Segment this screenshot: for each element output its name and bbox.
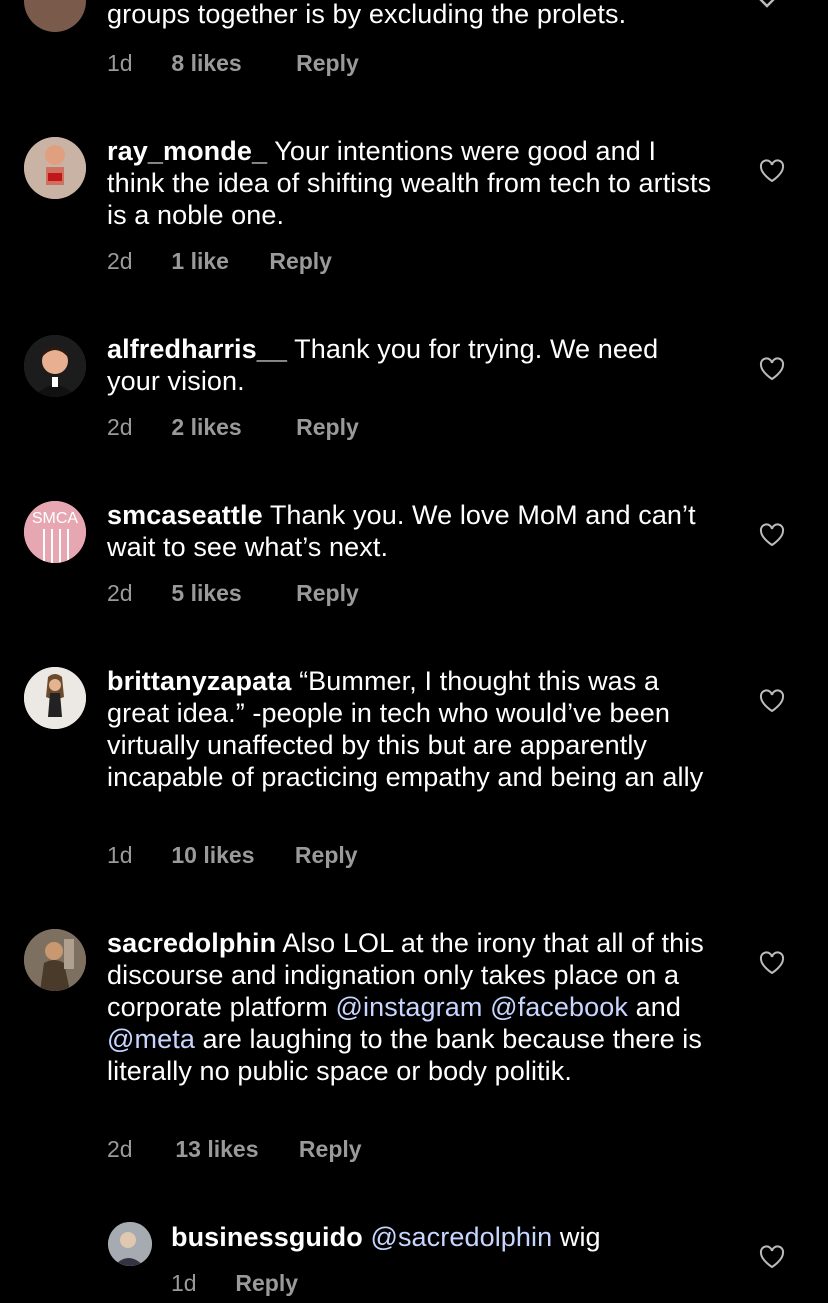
reply-button[interactable]: Reply xyxy=(235,1270,298,1297)
mention-link[interactable]: @sacredolphin xyxy=(370,1222,552,1252)
avatar[interactable]: SMCA xyxy=(24,501,86,563)
comment-meta: 2d 2 likes Reply xyxy=(107,414,359,441)
mention-link[interactable]: @facebook xyxy=(490,992,628,1022)
heart-outline-icon[interactable] xyxy=(759,523,787,549)
comment-meta: 2d 13 likes Reply xyxy=(107,1136,362,1163)
comment-text: brittanyzapata “Bummer, I thought this w… xyxy=(107,665,717,793)
avatar[interactable] xyxy=(24,929,86,991)
comment-meta: 2d 5 likes Reply xyxy=(107,580,359,607)
comment-time: 1d xyxy=(171,1270,197,1296)
comment-username[interactable]: sacredolphin xyxy=(107,928,276,958)
avatar[interactable] xyxy=(24,335,86,397)
comment-meta: 2d 1 like Reply xyxy=(107,248,332,275)
likes-count[interactable]: 13 likes xyxy=(175,1136,258,1163)
comment-text: businessguido @sacredolphin wig xyxy=(171,1221,731,1253)
comment-username[interactable]: alfredharris__ xyxy=(107,334,287,364)
comment-username[interactable]: businessguido xyxy=(171,1222,363,1252)
mention-link[interactable]: @instagram xyxy=(336,992,483,1022)
comment-text: ray_monde_ Your intentions were good and… xyxy=(107,135,717,231)
likes-count[interactable]: 8 likes xyxy=(171,50,241,77)
likes-count[interactable]: 1 like xyxy=(171,248,229,275)
chevron-down-icon[interactable] xyxy=(756,0,778,19)
likes-count[interactable]: 2 likes xyxy=(171,414,241,441)
reply-button[interactable]: Reply xyxy=(295,842,358,869)
avatar[interactable] xyxy=(24,667,86,729)
heart-outline-icon[interactable] xyxy=(759,159,787,185)
reply-button[interactable]: Reply xyxy=(299,1136,362,1163)
comment-meta: 1d 8 likes Reply xyxy=(107,50,359,77)
comment-time: 1d xyxy=(107,50,133,76)
avatar[interactable] xyxy=(108,1222,152,1266)
heart-outline-icon[interactable] xyxy=(759,1245,787,1271)
likes-count[interactable]: 10 likes xyxy=(171,842,254,869)
comment-text: groups together is by excluding the prol… xyxy=(107,0,627,29)
comment-username[interactable]: brittanyzapata xyxy=(107,666,291,696)
comment-body: wig xyxy=(552,1222,601,1252)
reply-button[interactable]: Reply xyxy=(269,248,332,275)
comment-time: 1d xyxy=(107,842,133,868)
comment-time: 2d xyxy=(107,580,133,606)
comment-time: 2d xyxy=(107,1136,133,1162)
avatar[interactable] xyxy=(24,0,86,32)
comment-username[interactable]: smcaseattle xyxy=(107,500,263,530)
avatar[interactable] xyxy=(24,137,86,199)
comment-meta: 1d Reply xyxy=(171,1270,298,1297)
reply-button[interactable]: Reply xyxy=(296,50,359,77)
comment-time: 2d xyxy=(107,248,133,274)
heart-outline-icon[interactable] xyxy=(759,689,787,715)
comment-time: 2d xyxy=(107,414,133,440)
comment-username[interactable]: ray_monde_ xyxy=(107,136,267,166)
heart-outline-icon[interactable] xyxy=(759,357,787,383)
comment-text: sacredolphin Also LOL at the irony that … xyxy=(107,927,717,1087)
comment-meta: 1d 10 likes Reply xyxy=(107,842,358,869)
avatar-logo-text: SMCA xyxy=(32,510,79,527)
mention-link[interactable]: @meta xyxy=(107,1024,195,1054)
reply-button[interactable]: Reply xyxy=(296,580,359,607)
comment-body: and xyxy=(627,992,681,1022)
comment-body: are laughing to the bank because there i… xyxy=(107,1024,702,1086)
comment-text: alfredharris__ Thank you for trying. We … xyxy=(107,333,717,397)
reply-button[interactable]: Reply xyxy=(296,414,359,441)
comment-text: smcaseattle Thank you. We love MoM and c… xyxy=(107,499,717,563)
likes-count[interactable]: 5 likes xyxy=(171,580,241,607)
heart-outline-icon[interactable] xyxy=(759,951,787,977)
